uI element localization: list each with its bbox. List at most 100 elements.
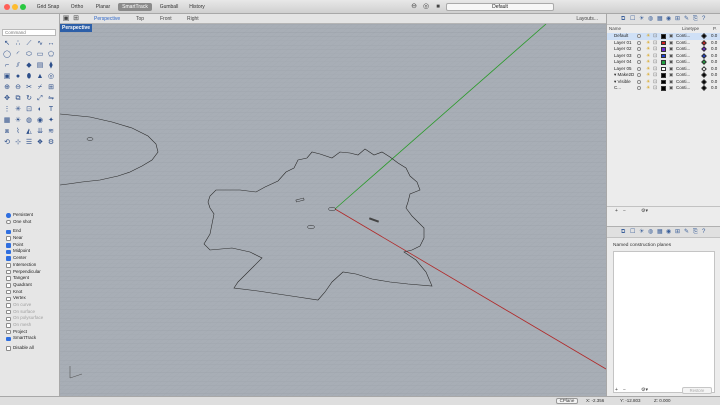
circle-icon[interactable]: ◯ [2,50,12,60]
current-layer-radio[interactable] [637,40,641,45]
mesh-icon[interactable]: ⧈ [2,127,12,137]
remove-layer-icon[interactable]: − [623,207,626,215]
camera-icon[interactable]: ◉ [35,116,45,126]
print-icon[interactable]: ▣ [669,85,673,92]
restore-button[interactable]: Restore [682,387,712,394]
checkbox[interactable] [6,303,11,308]
split-icon[interactable]: ✂ [24,83,34,93]
checkbox[interactable] [6,263,11,268]
osnap-intersection[interactable]: Intersection [6,262,58,269]
toggle-smarttrack[interactable]: SmartTrack [118,3,152,11]
current-layer-radio[interactable] [637,79,641,84]
checkbox[interactable] [6,289,11,295]
views-tab-icon[interactable]: ◉ [666,15,671,24]
four-view-icon[interactable]: ⊞ [72,15,80,23]
extrude-icon[interactable]: ▤ [35,61,45,71]
checkbox[interactable] [6,283,11,288]
ellipse-icon[interactable]: ⬭ [24,50,34,60]
checkbox[interactable] [6,243,11,248]
help-tab-icon[interactable]: ? [702,228,705,237]
print-color-swatch[interactable] [701,72,707,79]
osnap-end[interactable]: End [6,228,58,235]
zoom-window-icon[interactable] [20,4,26,10]
layer-color-swatch[interactable] [661,53,666,58]
remove-cplane-icon[interactable]: − [623,386,626,395]
history-icon[interactable]: ⟲ [2,138,12,148]
lights-tab-icon[interactable]: ☀ [639,15,644,24]
layer-color-swatch[interactable] [661,40,666,45]
text-icon[interactable]: T [46,105,56,115]
display-tab-icon[interactable]: ▦ [657,228,663,237]
print-color-swatch[interactable] [701,59,707,66]
add-cplane-icon[interactable]: + [615,386,618,395]
settings-icon[interactable]: ⚙ [46,138,56,148]
tab-front[interactable]: Front [160,16,172,22]
plugin-icon[interactable]: ❖ [35,138,45,148]
checkbox[interactable] [6,309,11,315]
light-icon[interactable]: ✦ [46,116,56,126]
osnap-knot[interactable]: Knot [6,289,58,296]
rotate-icon[interactable]: ↻ [24,94,34,104]
materials-tab-icon[interactable]: ◍ [648,228,653,237]
trim-icon[interactable]: ⌿ [35,83,45,93]
checkbox[interactable] [6,229,11,235]
command-input[interactable] [2,29,56,36]
layer-color-swatch[interactable] [661,47,666,52]
explode-icon[interactable]: ✳ [13,105,23,115]
radio-button[interactable] [6,219,11,225]
osnap-center[interactable]: Center [6,255,58,262]
material-icon[interactable]: ◍ [24,116,34,126]
torus-icon[interactable]: ◎ [46,72,56,82]
group-icon[interactable]: ⊡ [24,105,34,115]
help-tab-icon[interactable]: ? [702,15,705,24]
checkbox[interactable] [6,329,11,335]
perspective-viewport[interactable]: Perspective [60,24,606,396]
osnap-near[interactable]: Near [6,235,58,242]
snapshots-tab-icon[interactable]: ⎘ [693,15,698,24]
checkbox[interactable] [6,296,11,302]
print-color-swatch[interactable] [701,46,707,53]
checkbox[interactable] [6,256,11,261]
osnap-point[interactable]: Point [6,242,58,249]
move-icon[interactable]: ✥ [2,94,12,104]
render-icon[interactable]: ☀ [13,116,23,126]
lock-icon[interactable]: ⊡ [653,85,657,92]
toggle-grid-snap[interactable]: Grid Snap [34,3,62,11]
current-layer-radio[interactable] [637,47,641,52]
checkbox[interactable] [6,236,11,241]
cplane-tab-icon[interactable]: ⊞ [675,228,680,237]
views-tab-icon[interactable]: ◉ [666,228,671,237]
box-icon[interactable]: ▣ [2,72,12,82]
layer-color-swatch[interactable] [661,66,666,71]
arc-icon[interactable]: ◜ [13,50,23,60]
print-color-swatch[interactable] [701,65,707,72]
cone-icon[interactable]: ▲ [35,72,45,82]
viewport-canvas[interactable] [60,24,606,396]
fillet-icon[interactable]: ⌐ [2,61,12,71]
checkbox[interactable] [6,249,11,255]
cylinder-icon[interactable]: ⬮ [24,72,34,82]
snapshots-tab-icon[interactable]: ⎘ [693,228,698,237]
osnap-on-surface[interactable]: On surface [6,309,58,316]
cplane-badge[interactable]: CPlane [556,398,578,404]
notes-tab-icon[interactable]: ✎ [684,15,689,24]
osnap-on-mesh[interactable]: On mesh [6,322,58,329]
minimize-window-icon[interactable] [12,4,18,10]
drape-icon[interactable]: ◭ [24,127,34,137]
osnap-tangent[interactable]: Tangent [6,275,58,282]
current-layer-radio[interactable] [637,53,641,58]
toggle-planar[interactable]: Planar [92,3,114,11]
print-color-swatch[interactable] [701,85,707,92]
dimension-icon[interactable]: ↔ [46,39,56,49]
current-layer-radio[interactable] [637,86,641,91]
select-arrow-icon[interactable]: ↖ [2,39,12,49]
curve-edit-icon[interactable]: ⌇ [13,127,23,137]
checkbox[interactable] [6,316,11,322]
grid-icon[interactable]: ▦ [2,116,12,126]
osnap-smarttrack[interactable]: SmartTrack [6,335,58,342]
loft-icon[interactable]: ⧫ [46,61,56,71]
checkbox[interactable] [6,323,11,328]
current-layer-radio[interactable] [637,66,641,71]
cplane-options-icon[interactable]: ⚙▾ [641,386,648,395]
col-weight[interactable]: P. [713,25,717,32]
